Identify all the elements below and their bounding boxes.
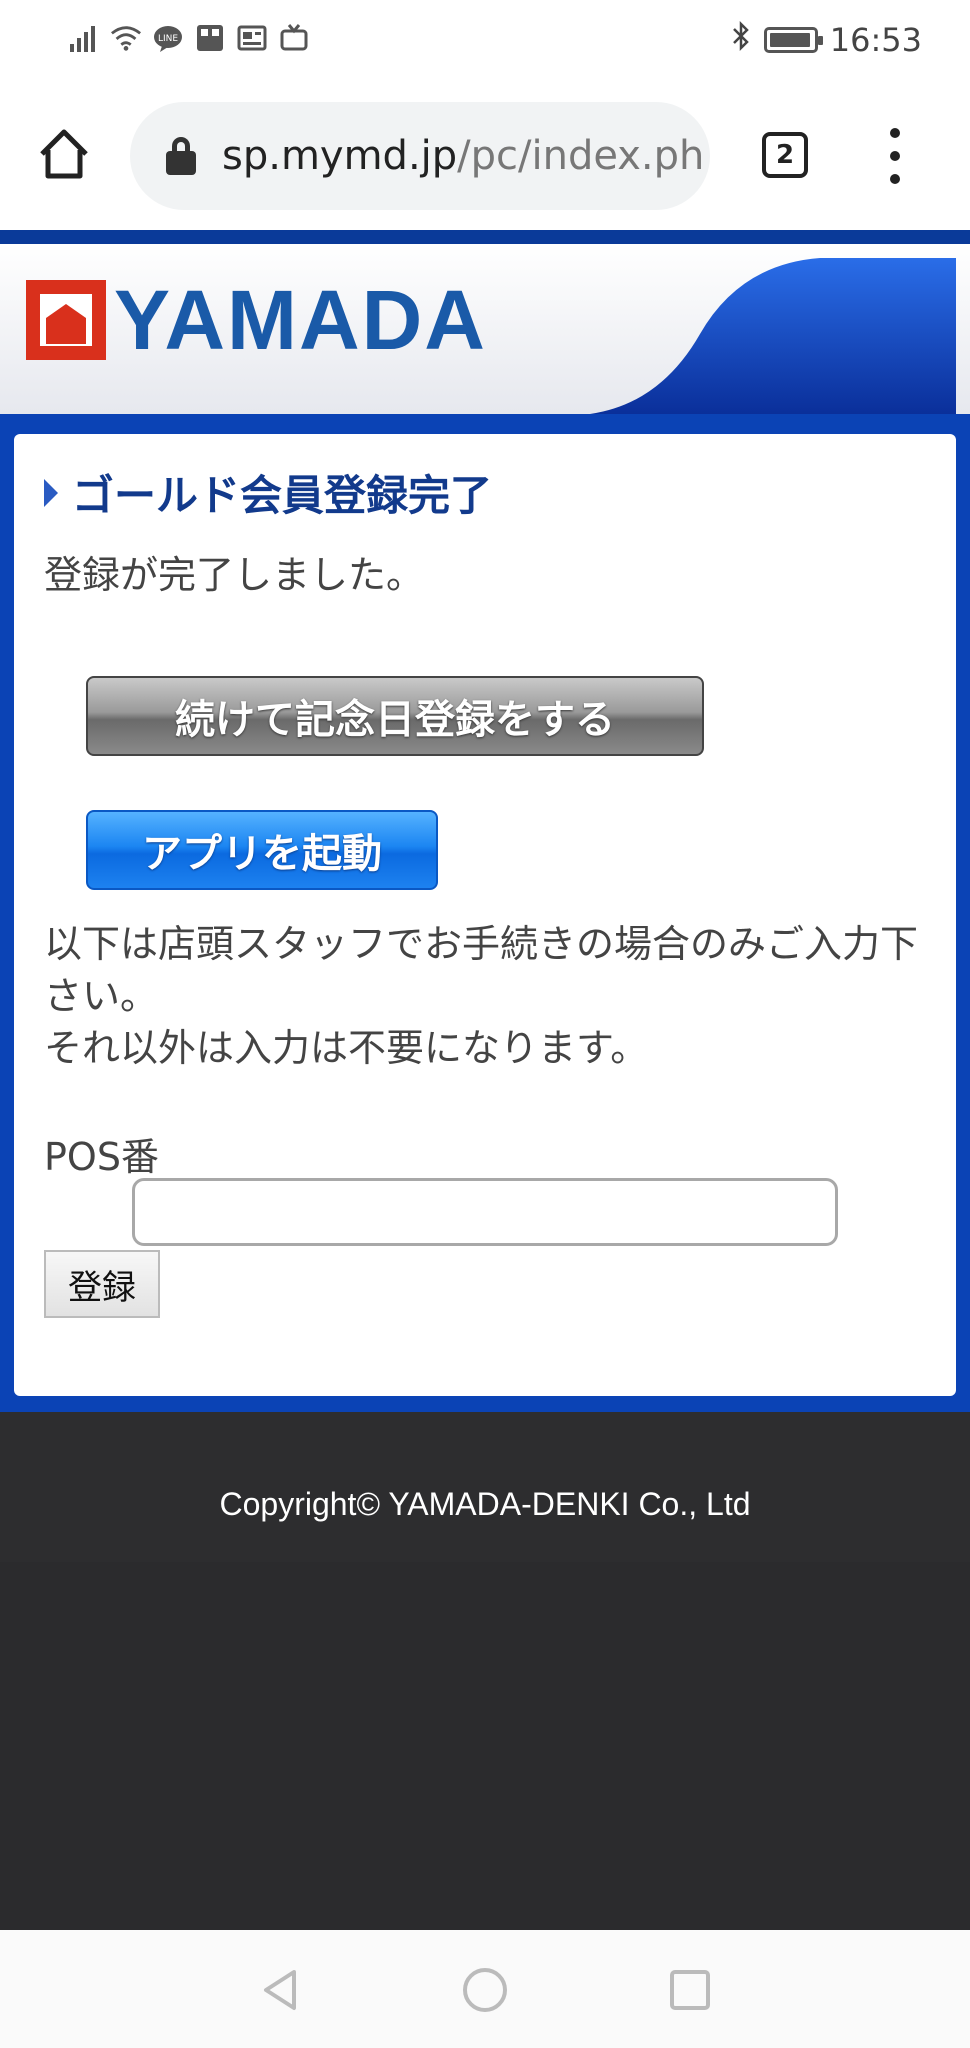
wifi-icon bbox=[110, 22, 142, 54]
register-button[interactable]: 登録 bbox=[44, 1250, 160, 1318]
completion-message: 登録が完了しました。 bbox=[44, 553, 425, 597]
line-app-icon: LINE bbox=[152, 22, 184, 54]
content-frame: ゴールド会員登録完了 登録が完了しました。 続けて記念日登録をする アプリを起動… bbox=[0, 414, 970, 1412]
pos-number-input[interactable] bbox=[132, 1178, 838, 1246]
more-menu-icon[interactable] bbox=[880, 128, 910, 184]
recents-square-icon[interactable] bbox=[666, 1966, 714, 2014]
clock: 16:53 bbox=[829, 21, 922, 59]
logo-text: YAMADA bbox=[114, 273, 487, 367]
home-icon[interactable] bbox=[36, 126, 92, 182]
url-path: /pc/index.ph bbox=[457, 133, 705, 179]
content-card: ゴールド会員登録完了 登録が完了しました。 続けて記念日登録をする アプリを起動… bbox=[14, 434, 956, 1396]
web-page: YAMADA ゴールド会員登録完了 登録が完了しました。 続けて記念日登録をする… bbox=[0, 230, 970, 1930]
pos-label: POS番 bbox=[44, 1135, 159, 1179]
home-circle-icon[interactable] bbox=[461, 1966, 509, 2014]
rakuma-app-icon bbox=[194, 22, 226, 54]
battery-icon bbox=[763, 27, 823, 53]
url-host: sp.mymd.jp bbox=[222, 133, 458, 179]
title-arrow-icon bbox=[44, 478, 58, 507]
bluetooth-icon bbox=[730, 20, 752, 60]
status-right: 16:53 bbox=[730, 20, 922, 60]
back-icon[interactable] bbox=[256, 1966, 304, 2014]
staff-note-line1: 以下は店頭スタッフでお手続きの場合のみご入力下さい。 bbox=[44, 922, 919, 1018]
header-topline bbox=[0, 230, 970, 244]
status-left-icons: LINE bbox=[68, 22, 310, 54]
launch-app-button[interactable]: アプリを起動 bbox=[86, 810, 438, 890]
news-app-icon bbox=[236, 22, 268, 54]
continue-anniversary-button[interactable]: 続けて記念日登録をする bbox=[86, 676, 704, 756]
page-title-row: ゴールド会員登録完了 bbox=[44, 462, 492, 523]
copyright-text: Copyright© YAMADA-DENKI Co., Ltd bbox=[219, 1486, 751, 1522]
yamada-logo[interactable]: YAMADA bbox=[26, 278, 487, 362]
svg-text:LINE: LINE bbox=[158, 34, 178, 44]
address-bar[interactable]: sp.mymd.jp/pc/index.ph bbox=[130, 102, 710, 210]
signal-icon bbox=[68, 22, 100, 54]
site-header: YAMADA bbox=[0, 244, 970, 414]
url-text[interactable]: sp.mymd.jp/pc/index.ph bbox=[222, 133, 704, 179]
yamada-logo-mark-icon bbox=[26, 280, 106, 360]
lock-icon bbox=[166, 137, 196, 175]
system-nav-bar bbox=[0, 1930, 970, 2048]
tab-switcher-button[interactable]: 2 bbox=[762, 132, 808, 178]
tv-app-icon bbox=[278, 22, 310, 54]
status-bar: LINE 16:53 bbox=[0, 0, 970, 84]
staff-note: 以下は店頭スタッフでお手続きの場合のみご入力下さい。 それ以外は入力は不要になり… bbox=[44, 918, 924, 1074]
staff-note-line2: それ以外は入力は不要になります。 bbox=[44, 1026, 649, 1070]
page-title: ゴールド会員登録完了 bbox=[72, 471, 493, 520]
browser-toolbar: sp.mymd.jp/pc/index.ph 2 bbox=[0, 84, 970, 230]
